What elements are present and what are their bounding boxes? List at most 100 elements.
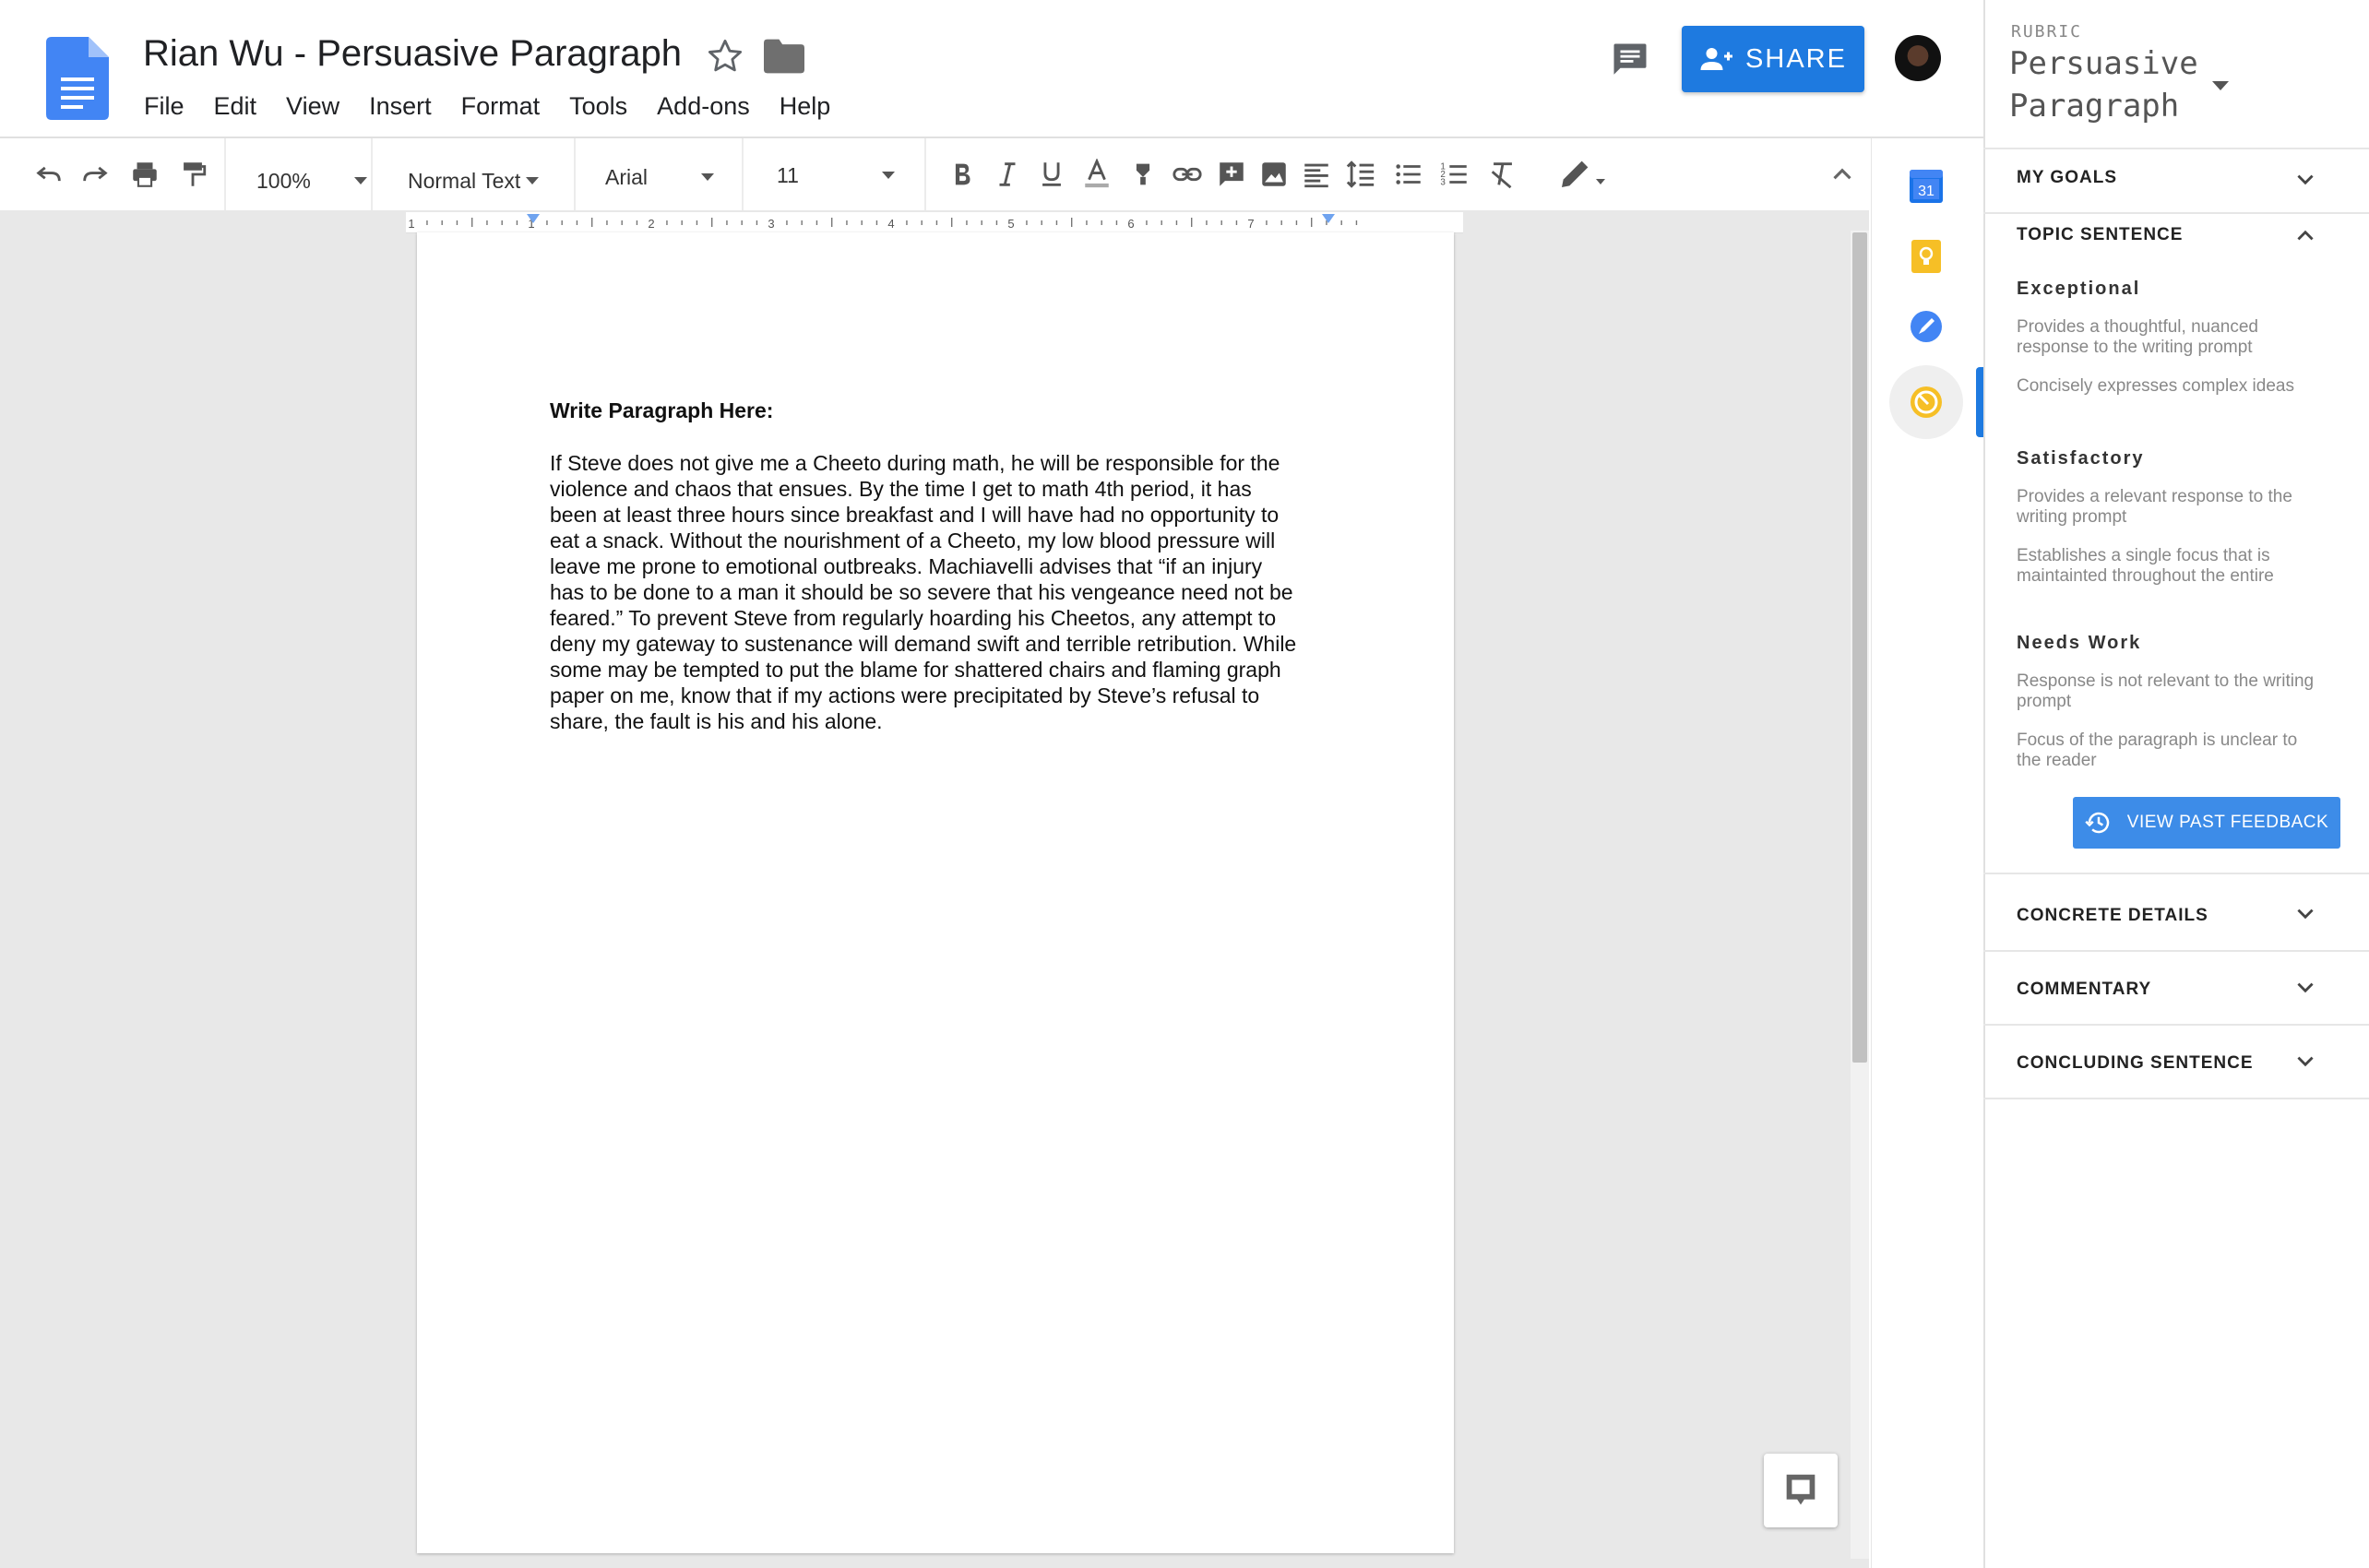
star-icon[interactable]	[706, 37, 744, 76]
italic-icon[interactable]	[992, 159, 1023, 190]
ruler-tick	[621, 220, 623, 225]
print-icon[interactable]	[129, 159, 161, 190]
menu-view[interactable]: View	[286, 92, 339, 121]
insert-comment-icon[interactable]	[1216, 159, 1247, 190]
rubric-addon-icon[interactable]	[1906, 382, 1946, 422]
document-body[interactable]: If Steve does not give me a Cheeto durin…	[550, 450, 1334, 734]
paragraph-line[interactable]: If Steve does not give me a Cheeto durin…	[550, 450, 1334, 476]
calendar-icon[interactable]: 31	[1906, 166, 1946, 207]
style-select[interactable]: Normal Text	[408, 162, 546, 199]
menu-tools[interactable]: Tools	[569, 92, 627, 121]
menu-file[interactable]: File	[144, 92, 185, 121]
rubric-dropdown-caret[interactable]	[2212, 81, 2229, 90]
menu-addons[interactable]: Add-ons	[657, 92, 750, 121]
font-size-select[interactable]: 11	[777, 157, 895, 194]
ruler-tick	[696, 220, 698, 225]
menu-edit[interactable]: Edit	[214, 92, 257, 121]
collapse-toolbar-icon[interactable]	[1827, 159, 1858, 190]
undo-icon[interactable]	[33, 159, 65, 190]
paragraph-line[interactable]: leave me prone to emotional outbreaks. M…	[550, 553, 1334, 579]
paragraph-line[interactable]: violence and chaos that ensues. By the t…	[550, 476, 1334, 502]
bold-icon[interactable]	[946, 159, 978, 190]
folder-icon[interactable]	[764, 39, 804, 74]
numbered-list-icon[interactable]: 123	[1439, 159, 1470, 190]
ruler-tick	[1026, 220, 1028, 225]
keep-icon[interactable]	[1906, 236, 1946, 277]
ruler-tick	[1055, 220, 1058, 225]
menu-insert[interactable]: Insert	[369, 92, 432, 121]
view-past-feedback-button[interactable]: VIEW PAST FEEDBACK	[2073, 797, 2340, 849]
ruler-tick	[1115, 220, 1118, 225]
underline-icon[interactable]	[1036, 159, 1067, 190]
ruler-tick	[875, 220, 878, 225]
chevron-up-icon[interactable]	[2293, 223, 2317, 247]
bulleted-list-icon[interactable]	[1393, 159, 1424, 190]
criterion: Establishes a single focus that is maint…	[2017, 546, 2274, 586]
menu-help[interactable]: Help	[780, 92, 831, 121]
paragraph-line[interactable]: eat a snack. Without the nourishment of …	[550, 528, 1334, 553]
editing-mode-icon[interactable]	[1557, 155, 1594, 192]
comments-icon[interactable]	[1610, 41, 1650, 79]
ruler-tick	[846, 220, 848, 225]
ruler-tick	[486, 220, 488, 225]
font-select[interactable]: Arial	[605, 159, 714, 196]
paragraph-line[interactable]: deny my gateway to sustenance will deman…	[550, 631, 1334, 657]
section-label: CONCRETE DETAILS	[2017, 906, 2208, 925]
ruler-tick	[1311, 218, 1313, 227]
document-heading[interactable]: Write Paragraph Here:	[550, 398, 773, 423]
user-avatar[interactable]	[1895, 35, 1941, 81]
ruler-number: 5	[1007, 217, 1014, 231]
ruler-tick	[681, 220, 683, 225]
section-concrete-details[interactable]: CONCRETE DETAILS	[1983, 874, 2369, 952]
ruler-tick	[1295, 220, 1298, 225]
ruler-tick	[966, 220, 968, 225]
document-page[interactable]	[417, 232, 1454, 1553]
ruler-number: 7	[1247, 217, 1254, 231]
line-spacing-icon[interactable]	[1345, 159, 1376, 190]
redo-icon[interactable]	[79, 159, 111, 190]
svg-text:3: 3	[1440, 177, 1446, 187]
menu-format[interactable]: Format	[461, 92, 541, 121]
chevron-down-icon[interactable]	[2293, 976, 2317, 1000]
zoom-select[interactable]: 100%	[256, 162, 367, 199]
tasks-icon[interactable]	[1906, 306, 1946, 347]
ruler-tick	[546, 220, 548, 225]
paragraph-line[interactable]: share, the fault is his and his alone.	[550, 708, 1334, 734]
share-button[interactable]: SHARE	[1682, 26, 1864, 92]
section-label[interactable]: TOPIC SENTENCE	[2017, 225, 2183, 245]
scrollbar-thumb[interactable]	[1852, 232, 1867, 1063]
chevron-down-icon[interactable]	[2293, 168, 2317, 192]
section-commentary[interactable]: COMMENTARY	[1983, 952, 2369, 1026]
explore-button[interactable]	[1764, 1454, 1838, 1527]
insert-image-icon[interactable]	[1258, 159, 1290, 190]
menu-bar: File Edit View Insert Format Tools Add-o…	[144, 92, 860, 121]
chevron-down-icon[interactable]	[2293, 1050, 2317, 1074]
ruler-tick	[1146, 220, 1148, 225]
paragraph-line[interactable]: feared.” To prevent Steve from regularly…	[550, 605, 1334, 631]
ruler-tick	[815, 220, 818, 225]
explore-icon	[1786, 1474, 1815, 1505]
section-my-goals[interactable]: MY GOALS	[1983, 148, 2369, 214]
paragraph-line[interactable]: some may be tempted to put the blame for…	[550, 657, 1334, 683]
paragraph-line[interactable]: been at least three hours since breakfas…	[550, 502, 1334, 528]
horizontal-ruler[interactable]: 11234567	[406, 212, 1463, 233]
font-size-value: 11	[777, 162, 799, 187]
text-color-icon[interactable]	[1081, 159, 1113, 190]
paragraph-line[interactable]: paper on me, know that if my actions wer…	[550, 683, 1334, 708]
style-value: Normal Text	[408, 168, 521, 193]
align-left-icon[interactable]	[1301, 159, 1332, 190]
paint-format-icon[interactable]	[177, 159, 208, 190]
document-title[interactable]: Rian Wu - Persuasive Paragraph	[143, 33, 682, 75]
docs-logo-icon[interactable]	[46, 37, 109, 120]
ruler-tick	[441, 220, 443, 225]
highlight-icon[interactable]	[1127, 159, 1159, 190]
section-concluding-sentence[interactable]: CONCLUDING SENTENCE	[1983, 1026, 2369, 1099]
clear-formatting-icon[interactable]	[1487, 159, 1518, 190]
insert-link-icon[interactable]	[1172, 159, 1203, 190]
criterion: Focus of the paragraph is unclear to the…	[2017, 731, 2298, 770]
ruler-tick	[951, 218, 953, 227]
right-indent-marker[interactable]	[1322, 214, 1335, 223]
ruler-number: 1	[408, 217, 414, 231]
paragraph-line[interactable]: has to be done to a man it should be so …	[550, 579, 1334, 605]
chevron-down-icon[interactable]	[2293, 902, 2317, 926]
